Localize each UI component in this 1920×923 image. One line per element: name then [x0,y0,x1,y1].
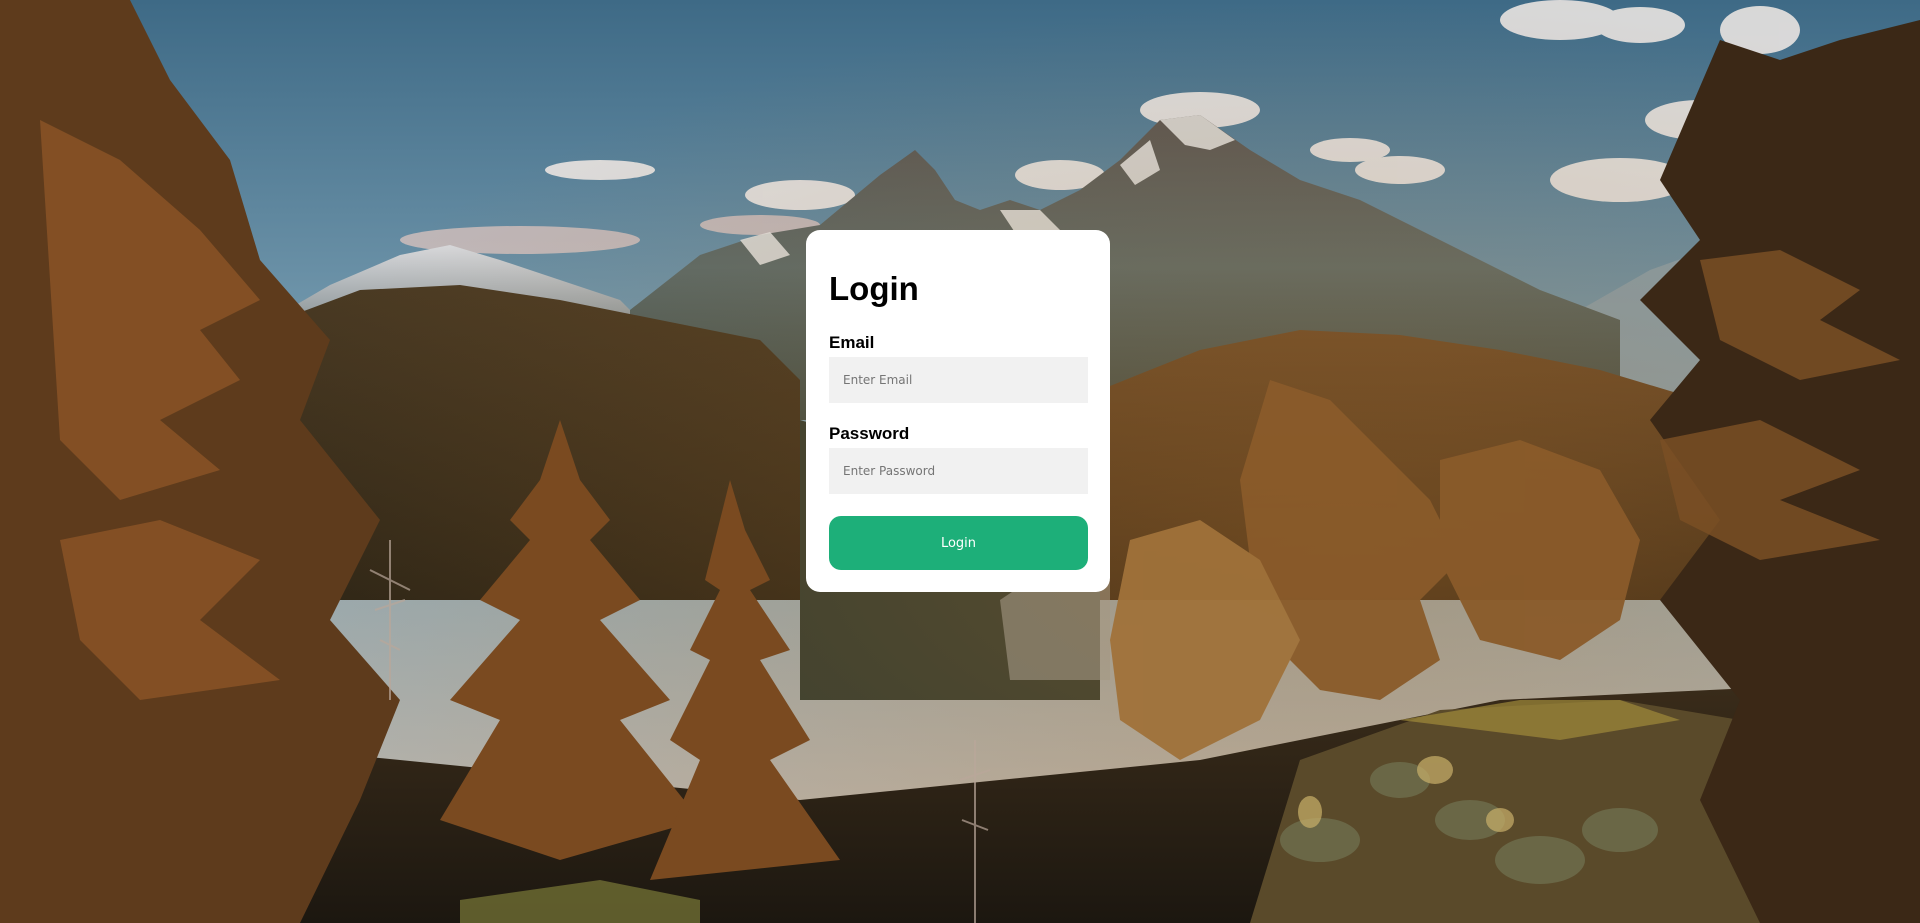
login-button[interactable]: Login [829,516,1088,570]
email-label: Email [829,333,875,352]
login-form-card: Login Email Password Login [806,230,1110,592]
password-input[interactable] [829,448,1088,494]
password-label: Password [829,424,910,443]
email-input[interactable] [829,357,1088,403]
login-title: Login [829,270,919,307]
